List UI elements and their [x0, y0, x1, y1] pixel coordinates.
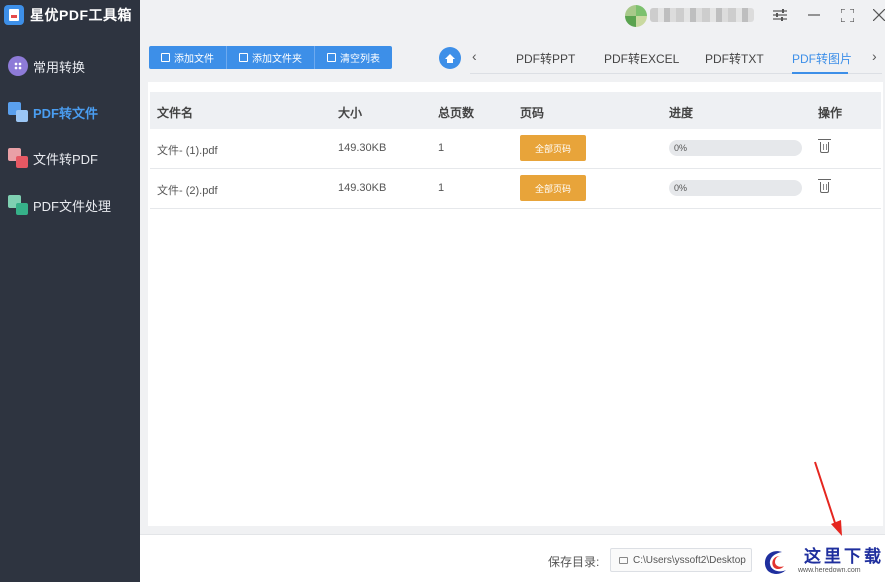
progress-bar: 0%: [669, 140, 802, 156]
sidebar-item-label: 常用转换: [33, 59, 86, 75]
home-button[interactable]: [439, 47, 461, 69]
table-header: 文件名 大小 总页数 页码 进度 操作: [150, 92, 881, 129]
file-name: 文件- (2).pdf: [157, 185, 218, 197]
column-header-action: 操作: [818, 106, 843, 120]
tab-pdf-to-txt[interactable]: PDF转TXT: [705, 50, 764, 67]
trash-icon: [327, 53, 336, 62]
add-file-label: 添加文件: [174, 54, 214, 65]
app-title: 星优PDF工具箱: [4, 4, 132, 26]
watermark-text: 这里下载: [804, 547, 884, 567]
page-range-button[interactable]: 全部页码: [520, 175, 586, 201]
table-row: 文件- (1).pdf 149.30KB 1 全部页码 0%: [150, 129, 881, 169]
tab-pdf-to-ppt[interactable]: PDF转PPT: [516, 50, 575, 67]
grid-icon: [8, 56, 28, 76]
column-header-name: 文件名: [157, 106, 194, 120]
app-title-text: 星优PDF工具箱: [30, 7, 132, 23]
file-size: 149.30KB: [338, 182, 387, 194]
sidebar-item-label: PDF转文件: [33, 105, 99, 121]
page-count: 1: [438, 142, 445, 154]
page-range-button[interactable]: 全部页码: [520, 135, 586, 161]
pdf-to-file-icon: [8, 102, 28, 122]
clear-list-label: 清空列表: [340, 54, 380, 65]
delete-row-icon[interactable]: [818, 139, 831, 153]
table-row: 文件- (2).pdf 149.30KB 1 全部页码 0%: [150, 169, 881, 209]
tab-pdf-to-image[interactable]: PDF转图片: [792, 50, 852, 67]
sidebar-item-pdf-process[interactable]: PDF文件处理: [8, 193, 111, 217]
file-name: 文件- (1).pdf: [157, 145, 218, 157]
column-header-progress: 进度: [669, 106, 694, 120]
home-icon: [445, 53, 455, 63]
file-to-pdf-icon: [8, 148, 28, 168]
delete-row-icon[interactable]: [818, 179, 831, 193]
sidebar-item-label: PDF文件处理: [33, 198, 112, 214]
settings-icon[interactable]: [771, 6, 789, 24]
save-directory-path: C:\Users\yssoft2\Desktop: [633, 554, 746, 566]
progress-bar: 0%: [669, 180, 802, 196]
file-list-panel: 文件名 大小 总页数 页码 进度 操作 文件- (1).pdf 149.30KB…: [148, 82, 883, 526]
active-tab-indicator: [792, 72, 848, 74]
save-directory-label: 保存目录:: [548, 555, 600, 569]
pdf-process-icon: [8, 195, 28, 215]
sidebar-item-label: 文件转PDF: [33, 151, 99, 167]
progress-text: 0%: [674, 183, 688, 193]
avatar[interactable]: [625, 5, 647, 27]
toolbar: 添加文件 添加文件夹 清空列表: [149, 46, 392, 69]
add-file-button[interactable]: 添加文件: [149, 46, 227, 69]
folder-icon: [239, 53, 248, 62]
add-folder-label: 添加文件夹: [252, 54, 302, 65]
watermark: 这里下载 www.heredown.com: [756, 540, 885, 582]
sidebar-item-pdf-to-file[interactable]: PDF转文件: [8, 100, 98, 124]
watermark-logo-icon: [764, 551, 786, 574]
progress-text: 0%: [674, 143, 688, 153]
close-icon[interactable]: [870, 6, 885, 24]
minimize-icon[interactable]: [805, 6, 823, 24]
sidebar-item-file-to-pdf[interactable]: 文件转PDF: [8, 146, 98, 170]
maximize-icon[interactable]: [838, 6, 856, 24]
username-blurred: [650, 8, 754, 22]
page-count: 1: [438, 182, 445, 194]
file-icon: [161, 53, 170, 62]
sidebar-item-common[interactable]: 常用转换: [8, 54, 85, 78]
app-logo-icon: [4, 5, 24, 25]
file-size: 149.30KB: [338, 142, 387, 154]
folder-icon: [619, 556, 628, 564]
column-header-range: 页码: [520, 106, 545, 120]
add-folder-button[interactable]: 添加文件夹: [227, 46, 315, 69]
sidebar: 星优PDF工具箱 常用转换 PDF转文件 文件转PDF PDF文件处理: [0, 0, 140, 582]
tab-pdf-to-excel[interactable]: PDF转EXCEL: [604, 50, 679, 67]
column-header-size: 大小: [338, 106, 363, 120]
watermark-url: www.heredown.com: [798, 567, 861, 574]
clear-list-button[interactable]: 清空列表: [315, 46, 392, 69]
tab-bar: PDF转PPT PDF转EXCEL PDF转TXT PDF转图片: [470, 40, 882, 74]
column-header-pages: 总页数: [438, 106, 475, 120]
save-directory-field[interactable]: C:\Users\yssoft2\Desktop: [610, 548, 752, 572]
